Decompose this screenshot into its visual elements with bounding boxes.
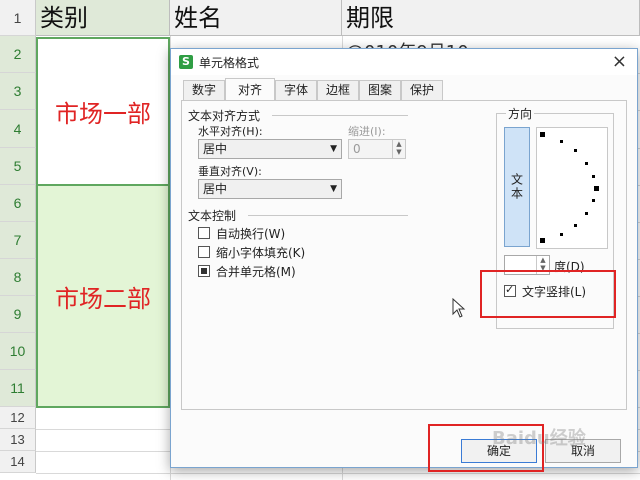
row-header-5[interactable]: 5	[0, 148, 36, 185]
app-icon: S	[179, 55, 193, 69]
merge-cells-checkbox[interactable]	[198, 265, 210, 277]
dial-dot	[592, 199, 595, 202]
vertical-text-label: 文本	[509, 173, 524, 201]
mouse-cursor-icon	[452, 298, 466, 318]
watermark: Baidu经验	[492, 428, 586, 449]
shrink-to-fit-label[interactable]: 缩小字体填充(K)	[216, 244, 305, 261]
dial-dot	[540, 132, 545, 137]
row-header-7[interactable]: 7	[0, 222, 36, 259]
close-icon[interactable]: ×	[612, 51, 627, 72]
orientation-section-title: 方向	[506, 105, 535, 122]
orientation-dial[interactable]	[536, 127, 608, 249]
tab-protection[interactable]: 保护	[401, 80, 443, 100]
wrap-text-checkbox[interactable]	[198, 227, 210, 239]
merge-cells-label[interactable]: 合并单元格(M)	[216, 263, 296, 280]
tab-number[interactable]: 数字	[183, 80, 225, 100]
dial-dot	[592, 175, 595, 178]
header-cell-category[interactable]: 类别	[36, 0, 170, 36]
format-cells-dialog: S 单元格格式 × 数字 对齐 字体 边框 图案 保护 文本对齐方式 水平对齐(…	[170, 48, 638, 468]
row-header-3[interactable]: 3	[0, 73, 36, 110]
chevron-down-icon: ▼	[330, 184, 337, 194]
row-header-11[interactable]: 11	[0, 370, 36, 407]
horizontal-align-value: 居中	[203, 142, 228, 156]
tab-font[interactable]: 字体	[275, 80, 317, 100]
alignment-panel: 文本对齐方式 水平对齐(H): 居中 ▼ 缩进(I): 0 ▲ ▼ 垂直对齐(V)…	[181, 100, 627, 410]
vertical-align-value: 居中	[203, 182, 228, 196]
spin-arrows-icon[interactable]: ▲ ▼	[392, 140, 405, 158]
row-header-4[interactable]: 4	[0, 110, 36, 148]
row-header-14[interactable]: 14	[0, 451, 36, 473]
dialog-title: 单元格格式	[199, 56, 260, 70]
tab-pattern[interactable]: 图案	[359, 80, 401, 100]
section-divider	[248, 215, 408, 216]
row-header-1[interactable]: 1	[0, 0, 36, 36]
header-cell-term[interactable]: 期限	[342, 0, 640, 36]
vertical-align-label: 垂直对齐(V):	[198, 165, 262, 178]
chevron-down-icon: ▼	[330, 144, 337, 154]
merged-cell-market-dept-2[interactable]: 市场二部	[36, 185, 170, 408]
tab-alignment[interactable]: 对齐	[225, 78, 275, 100]
dial-dot	[585, 162, 588, 165]
dial-dot	[574, 149, 577, 152]
shrink-to-fit-checkbox[interactable]	[198, 246, 210, 258]
dialog-titlebar[interactable]: S 单元格格式 ×	[171, 49, 637, 75]
section-divider	[272, 115, 408, 116]
row-header-12[interactable]: 12	[0, 407, 36, 429]
tab-border[interactable]: 边框	[317, 80, 359, 100]
dial-dot	[574, 224, 577, 227]
highlight-vertical-text-option	[480, 270, 616, 318]
dial-dot	[560, 140, 563, 143]
wrap-text-label[interactable]: 自动换行(W)	[216, 225, 285, 242]
text-control-section-title: 文本控制	[188, 209, 237, 223]
row-header-13[interactable]: 13	[0, 429, 36, 451]
text-alignment-section-title: 文本对齐方式	[188, 109, 261, 123]
row-header-2[interactable]: 2	[0, 36, 36, 73]
dial-dot	[594, 186, 599, 191]
dial-dot	[540, 238, 545, 243]
indent-stepper[interactable]: 0 ▲ ▼	[348, 139, 406, 159]
indent-value: 0	[353, 142, 361, 156]
row-header-8[interactable]: 8	[0, 259, 36, 296]
row-header-9[interactable]: 9	[0, 296, 36, 333]
header-cell-name[interactable]: 姓名	[170, 0, 342, 36]
horizontal-align-select[interactable]: 居中 ▼	[198, 139, 342, 159]
row-header-6[interactable]: 6	[0, 185, 36, 222]
horizontal-align-label: 水平对齐(H):	[198, 125, 263, 138]
dial-dot	[585, 212, 588, 215]
vertical-align-select[interactable]: 居中 ▼	[198, 179, 342, 199]
grid-line	[36, 473, 640, 474]
row-header-10[interactable]: 10	[0, 333, 36, 370]
indent-label: 缩进(I):	[348, 125, 386, 138]
vertical-text-preview[interactable]: 文本	[504, 127, 530, 247]
merged-cell-market-dept-1[interactable]: 市场一部	[36, 37, 170, 185]
dial-dot	[560, 233, 563, 236]
